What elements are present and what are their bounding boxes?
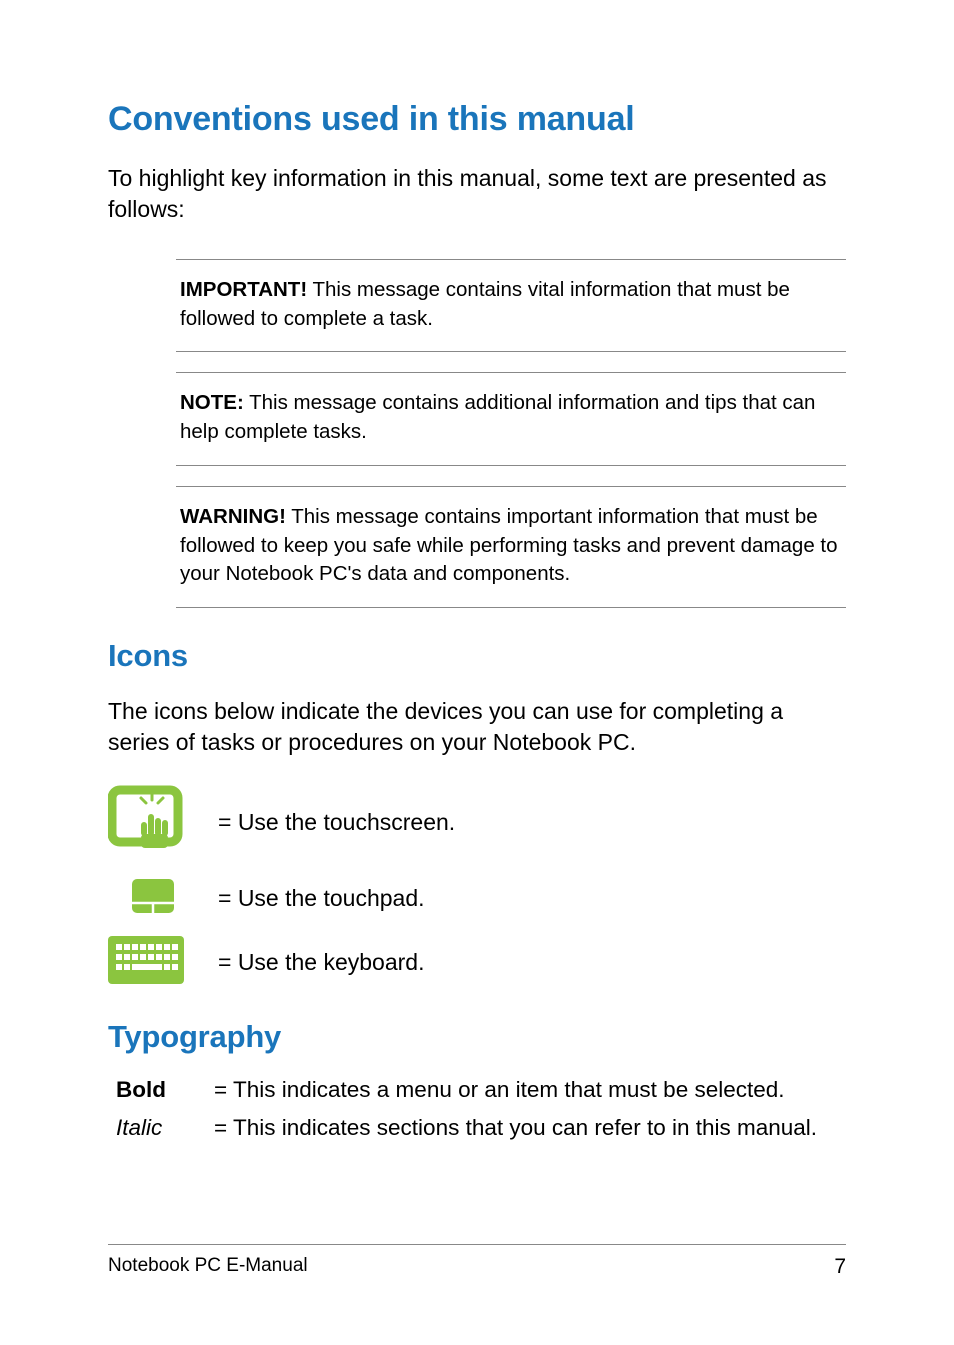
- icon-row-keyboard: = Use the keyboard.: [108, 936, 846, 989]
- callout-group: IMPORTANT! This message contains vital i…: [108, 259, 846, 608]
- typo-term: Italic: [116, 1115, 214, 1141]
- callout-warning: WARNING! This message contains important…: [176, 486, 846, 608]
- page-footer: Notebook PC E-Manual 7: [108, 1244, 846, 1279]
- icon-row-touchscreen: = Use the touchscreen.: [108, 784, 846, 861]
- heading-typography: Typography: [108, 1019, 846, 1055]
- callout-text: This message contains additional informa…: [180, 391, 815, 443]
- callout-note: NOTE: This message contains additional i…: [176, 372, 846, 465]
- typo-desc: = This indicates sections that you can r…: [214, 1115, 817, 1141]
- heading-conventions: Conventions used in this manual: [108, 100, 846, 139]
- typo-term: Bold: [116, 1077, 214, 1103]
- typo-desc: = This indicates a menu or an item that …: [214, 1077, 785, 1103]
- icon-row-touchpad: = Use the touchpad.: [108, 879, 846, 918]
- callout-important: IMPORTANT! This message contains vital i…: [176, 259, 846, 352]
- footer-title: Notebook PC E-Manual: [108, 1255, 308, 1279]
- callout-label: NOTE:: [180, 391, 244, 414]
- keyboard-icon: [108, 936, 184, 989]
- icon-desc: = Use the touchscreen.: [218, 809, 455, 836]
- callout-label: IMPORTANT!: [180, 278, 307, 301]
- typography-row-bold: Bold = This indicates a menu or an item …: [108, 1077, 846, 1103]
- intro-text: To highlight key information in this man…: [108, 163, 846, 225]
- page-number: 7: [834, 1255, 846, 1279]
- heading-icons: Icons: [108, 638, 846, 674]
- icons-intro-text: The icons below indicate the devices you…: [108, 696, 846, 758]
- icon-desc: = Use the touchpad.: [218, 885, 425, 912]
- touchscreen-icon: [108, 784, 190, 861]
- callout-label: WARNING!: [180, 505, 286, 528]
- typography-row-italic: Italic = This indicates sections that yo…: [108, 1115, 846, 1141]
- touchpad-icon: [132, 879, 174, 918]
- icon-desc: = Use the keyboard.: [218, 949, 424, 976]
